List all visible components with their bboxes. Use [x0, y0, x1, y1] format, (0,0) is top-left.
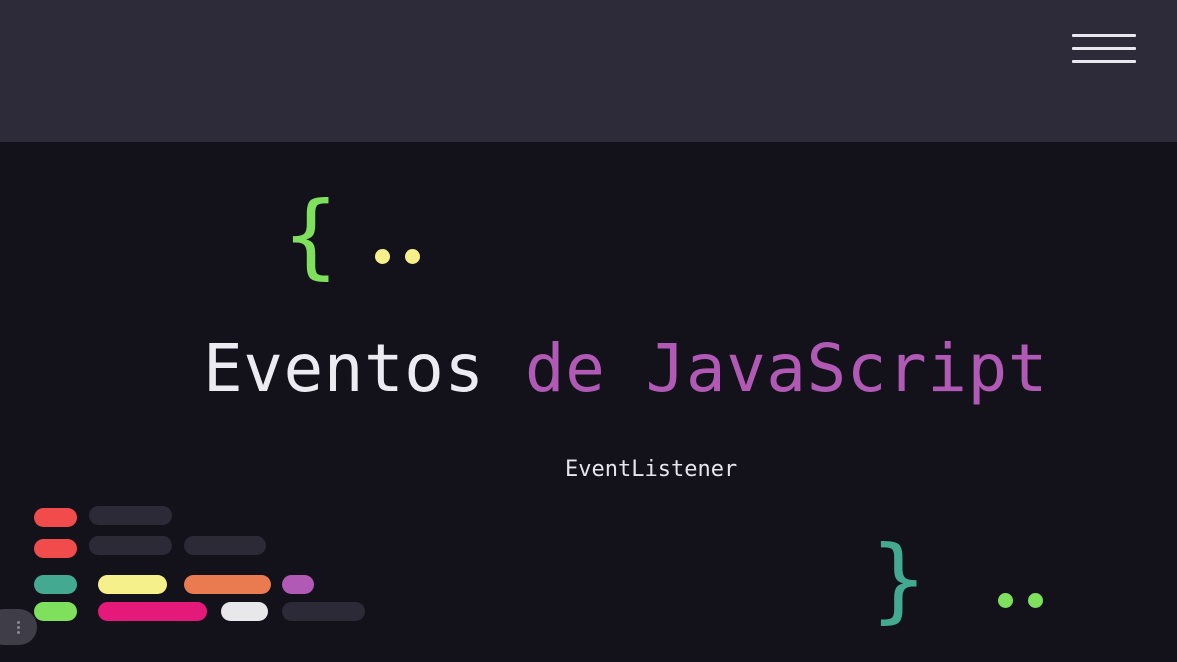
code-pill: [34, 575, 77, 594]
code-pill: [34, 508, 77, 527]
title-text-white: Eventos: [203, 330, 525, 407]
code-pill: [282, 602, 365, 621]
top-bar: [0, 0, 1177, 142]
code-pill: [89, 506, 172, 525]
slide-page: { Eventos de JavaScript EventListener }: [0, 0, 1177, 662]
yellow-dot: [375, 249, 390, 264]
code-pill: [184, 536, 266, 555]
code-pill: [184, 575, 271, 594]
green-dot: [998, 593, 1013, 608]
menu-line: [1072, 34, 1136, 37]
open-brace-glyph: {: [283, 182, 339, 289]
green-dot: [1028, 593, 1043, 608]
hamburger-menu-icon[interactable]: [1072, 34, 1136, 66]
code-pill: [221, 602, 268, 621]
yellow-dot: [405, 249, 420, 264]
code-pill: [282, 575, 314, 594]
code-pill: [89, 536, 172, 555]
code-pill: [34, 539, 77, 558]
title-text-accent: de JavaScript: [524, 330, 1048, 407]
page-subtitle: EventListener: [565, 457, 738, 482]
page-title: Eventos de JavaScript: [203, 330, 1048, 407]
code-pill: [98, 602, 207, 621]
code-pill: [98, 575, 167, 594]
close-brace-glyph: }: [871, 526, 927, 633]
code-pill: [34, 602, 77, 621]
more-options-handle[interactable]: [0, 609, 37, 645]
menu-line: [1072, 60, 1136, 63]
menu-line: [1072, 47, 1136, 50]
